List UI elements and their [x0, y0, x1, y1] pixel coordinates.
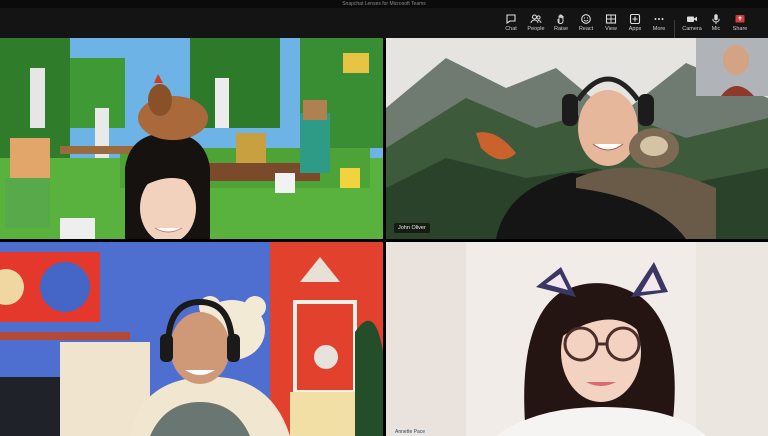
share-icon — [735, 15, 745, 23]
view-icon — [605, 14, 617, 24]
more-icon — [654, 18, 664, 20]
react-label: React — [578, 26, 594, 32]
mic-icon — [712, 14, 720, 24]
meeting-toolbar: Chat People Raise React View Apps More C… — [0, 8, 768, 38]
chat-button[interactable]: Chat — [499, 11, 523, 37]
participant-tile-3[interactable] — [0, 242, 383, 436]
window-title: Snapchat Lenses for Microsoft Teams — [0, 0, 768, 8]
participant-name-tag: John Oliver — [394, 223, 430, 233]
camera-button[interactable]: Camera — [680, 11, 704, 37]
mic-label: Mic — [711, 26, 721, 32]
react-button[interactable]: React — [574, 11, 598, 37]
raise-hand-icon — [557, 14, 564, 24]
mic-button[interactable]: Mic — [704, 11, 728, 37]
raise-button[interactable]: Raise — [549, 11, 573, 37]
view-label: View — [605, 26, 617, 32]
participant-tile-2[interactable]: John Oliver — [386, 38, 768, 239]
chat-label: Chat — [505, 26, 517, 32]
people-label: People — [527, 26, 545, 32]
self-view-thumbnail[interactable] — [696, 38, 768, 96]
minecraft-chicken-lens — [0, 38, 383, 239]
toolbar-divider — [674, 20, 675, 38]
people-button[interactable]: People — [524, 11, 548, 37]
participant-name-tag: Annette Pace — [392, 428, 429, 436]
camera-icon — [687, 16, 697, 22]
participant-tile-1[interactable] — [0, 38, 383, 239]
react-icon — [581, 14, 591, 24]
more-button[interactable]: More — [647, 11, 671, 37]
cat-ears-glasses-lens — [386, 242, 768, 436]
teddy-bear-room-lens — [0, 242, 383, 436]
apps-icon — [629, 13, 641, 25]
apps-button[interactable]: Apps — [623, 11, 647, 37]
chat-icon — [506, 14, 516, 25]
share-button[interactable]: Share — [728, 11, 752, 37]
raise-label: Raise — [553, 26, 569, 32]
view-button[interactable]: View — [599, 11, 623, 37]
participant-tile-4[interactable]: Annette Pace — [386, 242, 768, 436]
camera-label: Camera — [682, 26, 702, 32]
apps-label: Apps — [628, 26, 642, 32]
more-label: More — [652, 26, 666, 32]
share-label: Share — [732, 26, 748, 32]
people-icon — [530, 14, 542, 24]
